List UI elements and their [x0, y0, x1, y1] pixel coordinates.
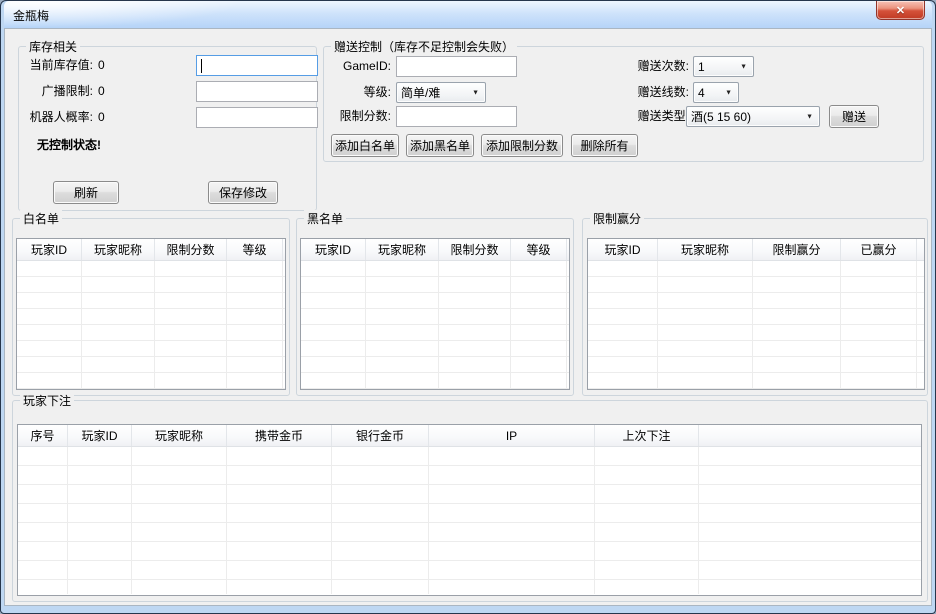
column-header[interactable]: 玩家昵称 [82, 239, 155, 260]
control-status-text: 无控制状态! [37, 136, 101, 153]
save-changes-button[interactable]: 保存修改 [208, 181, 278, 204]
column-header[interactable]: 玩家昵称 [366, 239, 439, 260]
whitelist-table-header: 玩家ID 玩家昵称 限制分数 等级 [17, 239, 285, 261]
column-header-filler [917, 239, 924, 260]
column-header[interactable]: 玩家ID [68, 425, 132, 446]
client-area: 库存相关 当前库存值: 0 广播限制: 0 机器人概率: 0 无控制状态! 刷新… [4, 28, 932, 606]
gift-lines-combobox[interactable]: 4 ▼ [693, 82, 739, 103]
whitelist-group-title: 白名单 [20, 210, 62, 227]
close-icon: ✕ [896, 4, 905, 17]
limit-win-group-title: 限制赢分 [590, 210, 644, 227]
column-header[interactable]: IP [429, 425, 595, 446]
whitelist-table: 玩家ID 玩家昵称 限制分数 等级 [16, 238, 286, 390]
broadcast-limit-value: 0 [98, 81, 105, 102]
blacklist-table: 玩家ID 玩家昵称 限制分数 等级 [300, 238, 570, 390]
robot-prob-input[interactable] [196, 107, 318, 128]
player-bets-group-title: 玩家下注 [20, 392, 74, 409]
column-header[interactable]: 玩家ID [301, 239, 366, 260]
gift-times-label: 赠送次数: [609, 56, 689, 77]
limit-score-label: 限制分数: [324, 106, 391, 127]
gift-times-combobox[interactable]: 1 ▼ [693, 56, 754, 77]
gameid-label: GameID: [324, 56, 391, 77]
chevron-down-icon: ▼ [725, 89, 732, 96]
blacklist-group: 黑名单 玩家ID 玩家昵称 限制分数 等级 [296, 218, 574, 396]
inventory-group: 库存相关 当前库存值: 0 广播限制: 0 机器人概率: 0 无控制状态! 刷新… [18, 46, 317, 211]
column-header[interactable]: 等级 [511, 239, 567, 260]
column-header[interactable]: 限制分数 [439, 239, 511, 260]
limit-score-input[interactable] [396, 106, 517, 127]
delete-all-button[interactable]: 删除所有 [571, 134, 638, 157]
whitelist-table-body[interactable] [17, 261, 285, 389]
gift-control-group: 赠送控制（库存不足控制会失败） GameID: 等级: 简单/难 ▼ 限制分数:… [323, 46, 924, 162]
robot-prob-value: 0 [98, 107, 105, 128]
column-header[interactable]: 等级 [227, 239, 283, 260]
player-bets-table: 序号 玩家ID 玩家昵称 携带金币 银行金币 IP 上次下注 [17, 424, 922, 596]
chevron-down-icon: ▼ [740, 63, 747, 70]
column-header[interactable]: 玩家ID [17, 239, 82, 260]
send-gift-button[interactable]: 赠送 [829, 105, 879, 128]
gift-lines-label: 赠送线数: [609, 82, 689, 103]
column-header[interactable]: 上次下注 [595, 425, 699, 446]
limit-win-table-header: 玩家ID 玩家昵称 限制赢分 已赢分 [588, 239, 924, 261]
column-header[interactable]: 玩家昵称 [658, 239, 753, 260]
level-label: 等级: [324, 82, 391, 103]
column-header[interactable]: 玩家昵称 [132, 425, 227, 446]
column-header[interactable]: 携带金币 [227, 425, 332, 446]
add-blacklist-button[interactable]: 添加黑名单 [406, 134, 474, 157]
column-header-filler [699, 425, 921, 446]
column-header[interactable]: 序号 [18, 425, 68, 446]
limit-win-table-body[interactable] [588, 261, 924, 389]
close-button[interactable]: ✕ [876, 1, 925, 20]
robot-prob-label: 机器人概率: [25, 107, 93, 128]
column-header[interactable]: 限制分数 [155, 239, 227, 260]
blacklist-table-body[interactable] [301, 261, 569, 389]
title-bar[interactable]: 金瓶梅 ✕ [4, 1, 932, 28]
chevron-down-icon: ▼ [806, 113, 813, 120]
stock-value-input[interactable] [196, 55, 318, 76]
add-limit-score-button[interactable]: 添加限制分数 [481, 134, 563, 157]
player-bets-table-body[interactable] [18, 447, 921, 595]
chevron-down-icon: ▼ [472, 89, 479, 96]
player-bets-group: 玩家下注 序号 玩家ID 玩家昵称 携带金币 银行金币 IP 上次下注 [12, 400, 928, 602]
blacklist-table-header: 玩家ID 玩家昵称 限制分数 等级 [301, 239, 569, 261]
stock-value: 0 [98, 55, 105, 76]
whitelist-group: 白名单 玩家ID 玩家昵称 限制分数 等级 [12, 218, 290, 396]
column-header-filler [283, 239, 285, 260]
refresh-button[interactable]: 刷新 [53, 181, 119, 204]
add-whitelist-button[interactable]: 添加白名单 [331, 134, 399, 157]
limit-win-table: 玩家ID 玩家昵称 限制赢分 已赢分 [587, 238, 925, 390]
app-window: 金瓶梅 ✕ 库存相关 当前库存值: 0 广播限制: 0 机器人概率: 0 无控制… [0, 0, 936, 614]
level-combobox[interactable]: 简单/难 ▼ [396, 82, 486, 103]
column-header-filler [567, 239, 569, 260]
gift-type-label: 赠送类型: [609, 106, 689, 127]
column-header[interactable]: 玩家ID [588, 239, 658, 260]
limit-win-group: 限制赢分 玩家ID 玩家昵称 限制赢分 已赢分 [582, 218, 928, 396]
column-header[interactable]: 已赢分 [841, 239, 917, 260]
broadcast-limit-label: 广播限制: [25, 81, 93, 102]
window-title: 金瓶梅 [13, 7, 49, 24]
stock-value-label: 当前库存值: [25, 55, 93, 76]
player-bets-table-header: 序号 玩家ID 玩家昵称 携带金币 银行金币 IP 上次下注 [18, 425, 921, 447]
gift-group-title: 赠送控制（库存不足控制会失败） [331, 38, 517, 55]
column-header[interactable]: 银行金币 [332, 425, 429, 446]
gameid-input[interactable] [396, 56, 517, 77]
broadcast-limit-input[interactable] [196, 81, 318, 102]
gift-type-combobox[interactable]: 酒(5 15 60) ▼ [686, 106, 820, 127]
inventory-group-title: 库存相关 [26, 38, 80, 55]
blacklist-group-title: 黑名单 [304, 210, 346, 227]
text-caret [201, 59, 202, 73]
column-header[interactable]: 限制赢分 [753, 239, 841, 260]
